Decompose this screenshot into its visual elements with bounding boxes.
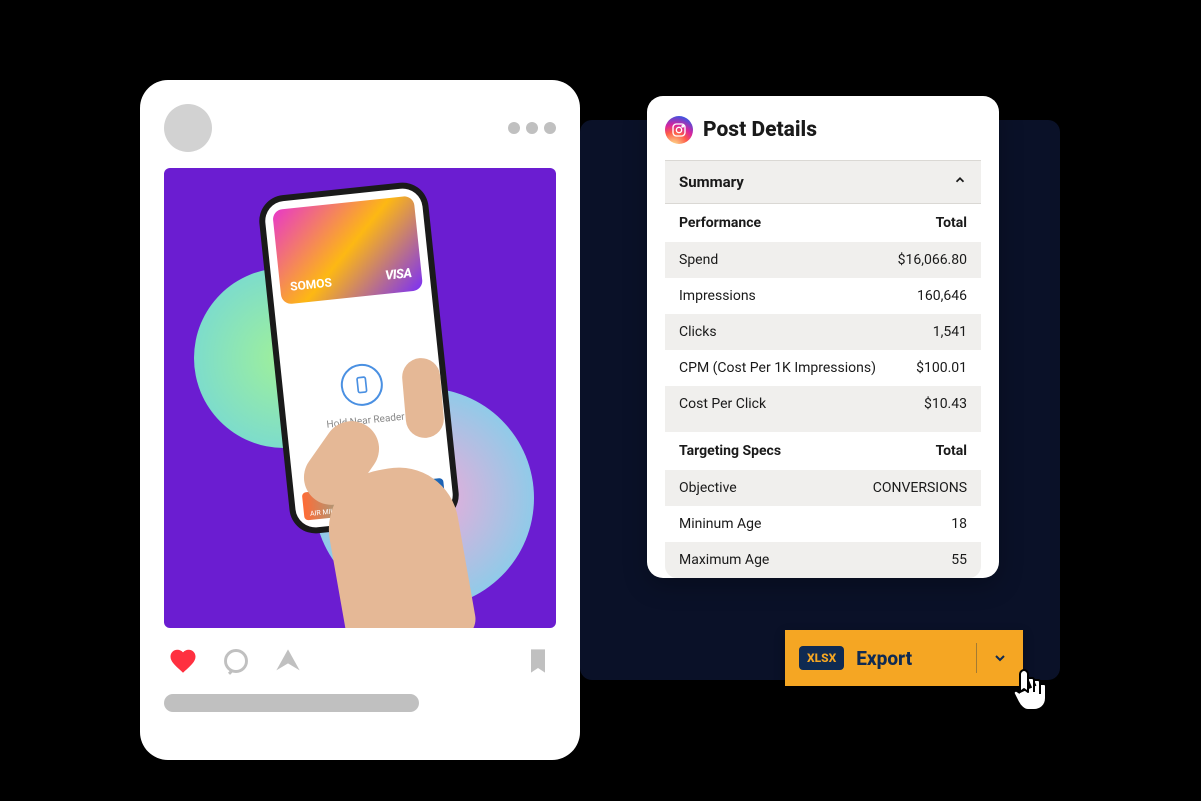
table-row: Impressions160,646 (665, 278, 981, 314)
more-menu[interactable] (508, 122, 556, 134)
targeting-header: Targeting Specs Total (665, 432, 981, 470)
format-badge: XLSX (799, 646, 844, 670)
table-row: ObjectiveCONVERSIONS (665, 470, 981, 506)
post-details-panel: Post Details Summary Performance Total S… (647, 96, 999, 578)
like-icon[interactable] (168, 646, 198, 676)
table-row: CPM (Cost Per 1K Impressions)$100.01 (665, 350, 981, 386)
table-row: Cost Per Click$10.43 (665, 386, 981, 422)
card-network: VISA (384, 266, 412, 284)
cursor-pointer-icon (1006, 666, 1054, 714)
send-icon[interactable] (274, 647, 302, 675)
table-row: Maximum Age55 (665, 542, 981, 578)
comment-icon[interactable] (222, 647, 250, 675)
export-label: Export (856, 647, 976, 670)
table-row: Mininum Age18 (665, 506, 981, 542)
post-image[interactable]: SOMOS VISA Hold Near Reader AIR MILES (164, 168, 556, 628)
hand-illustration (314, 388, 514, 628)
export-button[interactable]: XLSX Export (785, 630, 1023, 686)
export-dropdown[interactable] (977, 650, 1023, 666)
social-post-card: SOMOS VISA Hold Near Reader AIR MILES (140, 80, 580, 760)
avatar[interactable] (164, 104, 212, 152)
summary-toggle[interactable]: Summary (665, 160, 981, 204)
chevron-up-icon (953, 173, 967, 191)
payment-card: SOMOS VISA (272, 195, 423, 304)
instagram-icon (665, 116, 693, 144)
panel-title: Post Details (703, 118, 817, 142)
performance-header: Performance Total (665, 204, 981, 242)
summary-label: Summary (679, 173, 744, 191)
table-row: Clicks1,541 (665, 314, 981, 350)
section-divider (665, 422, 981, 432)
post-actions (164, 646, 556, 676)
bookmark-icon[interactable] (524, 647, 552, 675)
card-brand: SOMOS (289, 275, 332, 293)
table-row: Spend$16,066.80 (665, 242, 981, 278)
caption-placeholder (164, 694, 419, 712)
post-header (164, 104, 556, 152)
